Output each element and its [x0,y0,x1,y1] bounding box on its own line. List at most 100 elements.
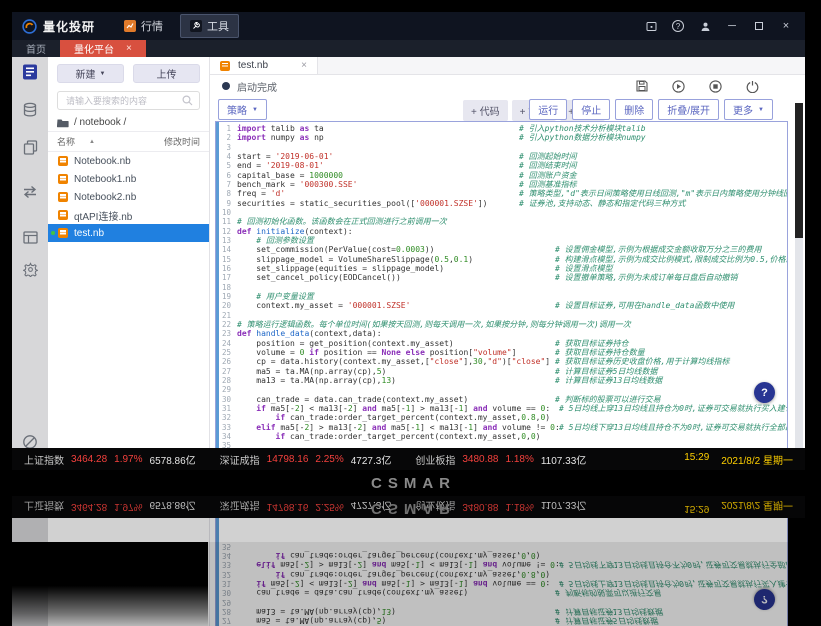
editor-area: test.nb × 启动完成 [210,518,805,626]
new-button-label: 新建 [76,66,96,81]
tab-quant-platform[interactable]: 量化平台 × [60,40,146,57]
menu-tools[interactable]: 工具 [180,14,239,38]
notebook-file-icon [58,192,68,202]
editor-tab-testnb[interactable]: test.nb × [210,57,318,74]
cell-action-button[interactable]: 折叠/展开 [658,99,719,120]
code-text: bench_mark = '000300.SSE' [237,180,357,189]
file-row[interactable]: Notebook2.nb [48,188,209,206]
column-name[interactable]: 名称 [57,135,75,148]
line-number: 25 [219,348,237,357]
transfer-arrows-icon[interactable] [20,182,40,202]
file-row[interactable]: test.nb [48,224,209,242]
line-number: 8 [219,189,237,198]
main-content: 新建 ▼ 上传 / notebook / [12,57,805,448]
notebook-nav-icon[interactable] [20,62,40,82]
code-line: 5end = '2019-08-01'# 回测结束时间 [219,161,787,170]
code-editor[interactable]: 1import talib as ta# 引入python技术分析模块talib… [219,122,787,448]
inline-comment: # 回测起始时间 [519,152,577,161]
sort-asc-icon[interactable]: ▲ [89,139,95,145]
line-number: 34 [219,551,237,560]
add-cell-button[interactable]: + 代码 [463,100,508,121]
cell-toolbar: 策略 ▼ + 代码+ 策略+ 文档 运行停止删除折叠/展开更多▼ [210,97,805,121]
cell-action-button[interactable]: 运行 [529,99,567,120]
files-copy-icon[interactable] [20,137,40,157]
code-text: if can_trade:order_target_percent(contex… [237,432,541,441]
code-line: 32 if can_trade:order_target_percent(con… [219,570,787,579]
index-pc: 2.25% [315,454,343,465]
cell-action-button[interactable]: 删除 [615,99,653,120]
line-number: 28 [219,376,237,385]
main-content: 新建 ▼ 上传 / notebook / [12,518,805,626]
file-row[interactable]: Notebook1.nb [48,170,209,188]
code-text: if can_trade:order_target_percent(contex… [237,551,541,560]
menu-market-label: 行情 [141,18,163,34]
stop-circle-icon[interactable] [709,80,722,93]
search-box [57,91,200,110]
inline-comment: # 设置佣金模型,示例为根据成交金额收取万分之三的费用 [555,245,761,254]
kernel-status-text: 启动完成 [237,79,277,94]
code-line: 15 slippage_model = VolumeShareSlippage(… [219,255,787,264]
left-icon-strip [12,57,48,448]
cell-action-button[interactable]: 更多 ▼ [724,99,773,120]
help-icon[interactable]: ? [671,19,685,33]
tab-close-icon[interactable]: × [126,43,132,54]
code-text: freq = 'd' [237,189,285,198]
settings-gear-icon[interactable] [20,259,40,279]
file-row[interactable]: Notebook.nb [48,152,209,170]
search-input[interactable] [64,95,178,107]
code-line: 18 [219,283,787,292]
editor-tab-close-icon[interactable]: × [301,60,307,71]
cell-action-label: 更多 [733,102,753,117]
code-line: 11# 回测初始化函数。该函数会在正式回测进行之前调用一次 [219,217,787,226]
app-title: 量化投研 [43,18,95,35]
code-line: 28 ma13 = ta.MA(np.array(cp),13)# 计算目标证券… [219,376,787,385]
restart-power-icon[interactable] [746,80,759,93]
save-icon[interactable] [636,80,648,92]
new-button[interactable]: 新建 ▼ [57,64,124,83]
code-line: 33 elif ma5[-2] > ma13[-2] and ma5[-1] <… [219,560,787,569]
code-line: 31 if ma5[-2] < ma13[-2] and ma5[-1] > m… [219,404,787,413]
notebook-file-icon [58,210,68,220]
line-number: 30 [219,395,237,404]
close-window-icon[interactable]: × [779,19,793,33]
code-line: 26 cp = data.history(context.my_asset,["… [219,357,787,366]
tab-home[interactable]: 首页 [12,40,60,57]
message-icon[interactable] [644,19,658,33]
chevron-down-icon: ▼ [758,107,764,113]
cell-action-button[interactable]: 停止 [572,99,610,120]
upload-button[interactable]: 上传 [133,64,200,83]
file-name: Notebook1.nb [74,174,136,185]
cell-type-button[interactable]: 策略 ▼ [218,99,267,120]
run-circle-icon[interactable] [672,80,685,93]
code-text: position = get_position(context.my_asset… [237,339,454,348]
line-number: 13 [219,236,237,245]
menu-market[interactable]: 行情 [115,15,172,37]
file-panel: 新建 ▼ 上传 / notebook / [48,57,210,448]
code-line: 25 volume = 0 if position == None else p… [219,348,787,357]
help-fab-button[interactable]: ? [754,382,775,403]
database-icon[interactable] [20,100,40,120]
code-text: securities = static_securities_pool(['00… [237,199,487,208]
line-number: 18 [219,283,237,292]
line-number: 35 [219,542,237,551]
index-nm: 创业板指 [415,452,455,467]
inline-comment: # 5日均线上穿13日均线且持仓为0时,证券可交易就执行买入建仓 [559,579,787,588]
file-row[interactable]: qtAPI连接.nb [48,206,209,224]
code-line: 17 set_cancel_policy(EODCancel())# 设置撤单策… [219,273,787,282]
code-text: if can_trade:order_target_percent(contex… [237,570,550,579]
user-icon[interactable] [698,19,712,33]
column-modified-time[interactable]: 修改时间 [164,135,200,148]
code-line: 4start = '2019-06-01'# 回测起始时间 [219,152,787,161]
code-line: 20 context.my_asset = '000001.SZSE'# 设置目… [219,301,787,310]
code-line: 29 [219,385,787,394]
help-fab-button: ? [754,589,775,610]
code-text: import numpy as np [237,133,324,142]
minimize-icon[interactable]: ─ [725,19,739,33]
maximize-icon[interactable] [752,19,766,33]
panel-layout-icon[interactable] [20,227,40,247]
scrollbar-thumb[interactable] [795,103,803,238]
line-number: 33 [219,423,237,432]
line-number: 4 [219,152,237,161]
cell-action-label: 运行 [538,102,558,117]
code-line: 35 [219,542,787,551]
